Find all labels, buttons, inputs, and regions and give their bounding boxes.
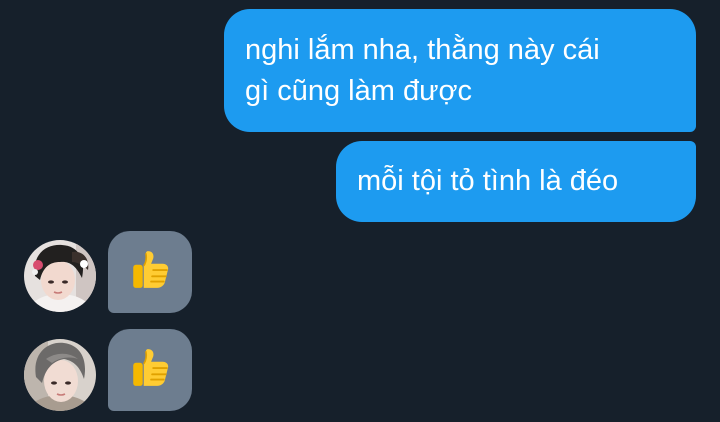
outgoing-message-bubble[interactable]: nghi lắm nha, thằng này cái gì cũng làm … — [224, 9, 696, 132]
avatar-photo — [24, 339, 96, 411]
incoming-message-bubble[interactable] — [108, 329, 192, 411]
incoming-message-bubble[interactable] — [108, 231, 192, 313]
avatar-photo — [24, 240, 96, 312]
thumbs-up-icon — [133, 251, 169, 288]
avatar[interactable] — [24, 240, 96, 312]
outgoing-message-bubble[interactable]: mỗi tội tỏ tình là đéo — [336, 141, 696, 222]
avatar[interactable] — [24, 339, 96, 411]
message-text-line: gì cũng làm được — [245, 75, 473, 107]
thumbs-up-icon — [133, 349, 169, 386]
message-text-line: nghi lắm nha, thằng này cái — [245, 34, 600, 66]
message-text-line: mỗi tội tỏ tình là đéo — [357, 165, 619, 197]
